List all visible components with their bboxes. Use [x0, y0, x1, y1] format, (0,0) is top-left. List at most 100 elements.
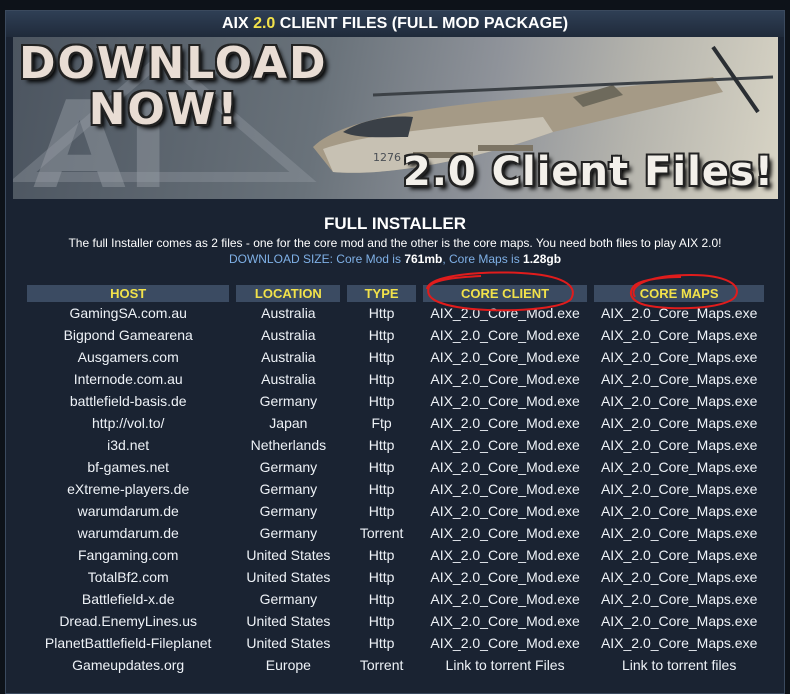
table-row: i3d.net Netherlands Http AIX_2.0_Core_Mod.e…: [27, 434, 764, 456]
core-maps-link[interactable]: AIX_2.0_Core_Maps.exe: [594, 412, 764, 434]
core-maps-link[interactable]: Link to torrent files: [594, 654, 764, 676]
core-maps-link[interactable]: AIX_2.0_Core_Maps.exe: [594, 390, 764, 412]
location-cell: Australia: [261, 305, 316, 321]
heli-number: 1276: [373, 151, 401, 164]
location-cell: United States: [246, 569, 331, 585]
size-prefix: DOWNLOAD SIZE: Core Mod is: [228, 252, 405, 266]
core-maps-link[interactable]: AIX_2.0_Core_Maps.exe: [594, 632, 764, 654]
core-maps-link[interactable]: AIX_2.0_Core_Maps.exe: [594, 302, 764, 324]
core-client-link[interactable]: AIX_2.0_Core_Mod.exe: [423, 434, 587, 456]
location-cell: Germany: [259, 481, 318, 497]
host-cell: Gameupdates.org: [72, 657, 185, 673]
table-row: GamingSA.com.au Australia Http AIX_2.0_Core…: [27, 302, 764, 324]
title-prefix: AIX: [221, 15, 254, 32]
core-maps-link[interactable]: AIX_2.0_Core_Maps.exe: [594, 368, 764, 390]
core-maps-link[interactable]: AIX_2.0_Core_Maps.exe: [594, 500, 764, 522]
table-row: eXtreme-players.de Germany Http AIX_2.0_Cor…: [27, 478, 764, 500]
download-size: DOWNLOAD SIZE: Core Mod is 761mb, Core M…: [6, 252, 784, 266]
core-client-link[interactable]: AIX_2.0_Core_Mod.exe: [423, 588, 587, 610]
column-header-core-maps: CORE MAPS: [594, 285, 764, 302]
installer-heading: FULL INSTALLER: [324, 214, 466, 233]
core-maps-link[interactable]: AIX_2.0_Core_Maps.exe: [594, 588, 764, 610]
core-client-link[interactable]: Link to torrent Files: [423, 654, 587, 676]
download-now-headline: DOWNLOAD NOW!: [19, 38, 328, 135]
core-maps-link[interactable]: AIX_2.0_Core_Maps.exe: [594, 610, 764, 632]
column-header-type: TYPE: [347, 285, 416, 302]
core-client-link[interactable]: AIX_2.0_Core_Mod.exe: [423, 390, 587, 412]
core-client-link[interactable]: AIX_2.0_Core_Mod.exe: [423, 302, 587, 324]
core-client-link[interactable]: AIX_2.0_Core_Mod.exe: [423, 610, 587, 632]
type-cell: Http: [368, 503, 395, 519]
table-row: Fangaming.com United States Http AIX_2.0_Co…: [27, 544, 764, 566]
table-row: Internode.com.au Australia Http AIX_2.0_Cor…: [27, 368, 764, 390]
table-row: http://vol.to/Japan Ftp AIX_2.0_Core_Mod.e…: [27, 412, 764, 434]
core-client-link[interactable]: AIX_2.0_Core_Mod.exe: [423, 566, 587, 588]
host-cell: warumdarum.de: [77, 503, 179, 519]
type-cell: Http: [368, 613, 395, 629]
core-maps-link[interactable]: AIX_2.0_Core_Maps.exe: [594, 544, 764, 566]
title-version: 2.0: [253, 15, 276, 32]
panel-title: AIX 2.0 CLIENT FILES (FULL MOD PACKAGE): [6, 11, 784, 37]
column-header-host: HOST: [27, 285, 230, 302]
core-client-link[interactable]: AIX_2.0_Core_Mod.exe: [423, 412, 587, 434]
host-cell: Ausgamers.com: [77, 349, 179, 365]
location-cell: Germany: [259, 525, 318, 541]
table-row: bf-games.net Germany Http AIX_2.0_Core_Mod.…: [27, 456, 764, 478]
location-cell: United States: [246, 635, 331, 651]
core-client-link[interactable]: AIX_2.0_Core_Mod.exe: [423, 368, 587, 390]
core-client-link[interactable]: AIX_2.0_Core_Mod.exe: [423, 324, 587, 346]
mirror-table: HOST LOCATION TYPE CORE CLIENT CORE MAPS…: [20, 285, 771, 676]
host-cell: i3d.net: [107, 437, 150, 453]
host-cell: http://vol.to/: [92, 415, 165, 431]
host-cell: Internode.com.au: [73, 371, 183, 387]
table-row: Gameupdates.org Europe Torrent Link to torr…: [27, 654, 764, 676]
core-client-link[interactable]: AIX_2.0_Core_Mod.exe: [423, 632, 587, 654]
type-cell: Torrent: [359, 525, 404, 541]
host-cell: Dread.EnemyLines.us: [59, 613, 198, 629]
location-cell: Germany: [259, 591, 318, 607]
host-cell: bf-games.net: [87, 459, 170, 475]
core-client-link[interactable]: AIX_2.0_Core_Mod.exe: [423, 346, 587, 368]
table-row: warumdarum.de Germany Torrent AIX_2.0_Core_…: [27, 522, 764, 544]
table-row: TotalBf2.com United States Http AIX_2.0_Cor…: [27, 566, 764, 588]
core-mod-size: 761mb: [404, 252, 443, 266]
host-cell: TotalBf2.com: [87, 569, 169, 585]
location-cell: Europe: [265, 657, 311, 673]
host-cell: Fangaming.com: [77, 547, 179, 563]
headline-line1: DOWNLOAD: [19, 38, 328, 89]
download-panel: AIX 2.0 CLIENT FILES (FULL MOD PACKAGE) …: [5, 10, 785, 694]
core-client-link[interactable]: AIX_2.0_Core_Mod.exe: [423, 544, 587, 566]
table-header-row: HOST LOCATION TYPE CORE CLIENT CORE MAPS: [27, 285, 764, 302]
host-cell: eXtreme-players.de: [67, 481, 190, 497]
core-client-link[interactable]: AIX_2.0_Core_Mod.exe: [423, 478, 587, 500]
host-cell: warumdarum.de: [77, 525, 179, 541]
core-client-link[interactable]: AIX_2.0_Core_Mod.exe: [423, 500, 587, 522]
host-cell: Battlefield-x.de: [81, 591, 175, 607]
host-cell: PlanetBattlefield-Fileplanet: [44, 635, 212, 651]
mirror-table-body: GamingSA.com.au Australia Http AIX_2.0_Core…: [27, 302, 764, 676]
core-client-link[interactable]: AIX_2.0_Core_Mod.exe: [423, 456, 587, 478]
core-maps-link[interactable]: AIX_2.0_Core_Maps.exe: [594, 346, 764, 368]
location-cell: Netherlands: [250, 437, 327, 453]
type-cell: Http: [368, 635, 395, 651]
core-maps-link[interactable]: AIX_2.0_Core_Maps.exe: [594, 434, 764, 456]
core-maps-link[interactable]: AIX_2.0_Core_Maps.exe: [594, 522, 764, 544]
table-row: Ausgamers.com Australia Http AIX_2.0_Core_M…: [27, 346, 764, 368]
core-maps-link[interactable]: AIX_2.0_Core_Maps.exe: [594, 456, 764, 478]
type-cell: Http: [368, 349, 395, 365]
core-maps-link[interactable]: AIX_2.0_Core_Maps.exe: [594, 566, 764, 588]
banner-tagline: 2.0 Client Files!: [402, 149, 774, 195]
location-cell: Germany: [259, 393, 318, 409]
location-cell: Australia: [261, 349, 316, 365]
type-cell: Http: [368, 569, 395, 585]
type-cell: Http: [368, 393, 395, 409]
download-banner[interactable]: AI 1276 DOWNLOAD NOW! 2.0 Client Files!: [13, 37, 778, 199]
location-cell: United States: [246, 547, 331, 563]
core-maps-link[interactable]: AIX_2.0_Core_Maps.exe: [594, 324, 764, 346]
type-cell: Torrent: [359, 657, 404, 673]
core-maps-link[interactable]: AIX_2.0_Core_Maps.exe: [594, 478, 764, 500]
location-cell: Japan: [269, 415, 308, 431]
type-cell: Http: [368, 481, 395, 497]
headline-line2: NOW!: [88, 84, 240, 135]
core-client-link[interactable]: AIX_2.0_Core_Mod.exe: [423, 522, 587, 544]
